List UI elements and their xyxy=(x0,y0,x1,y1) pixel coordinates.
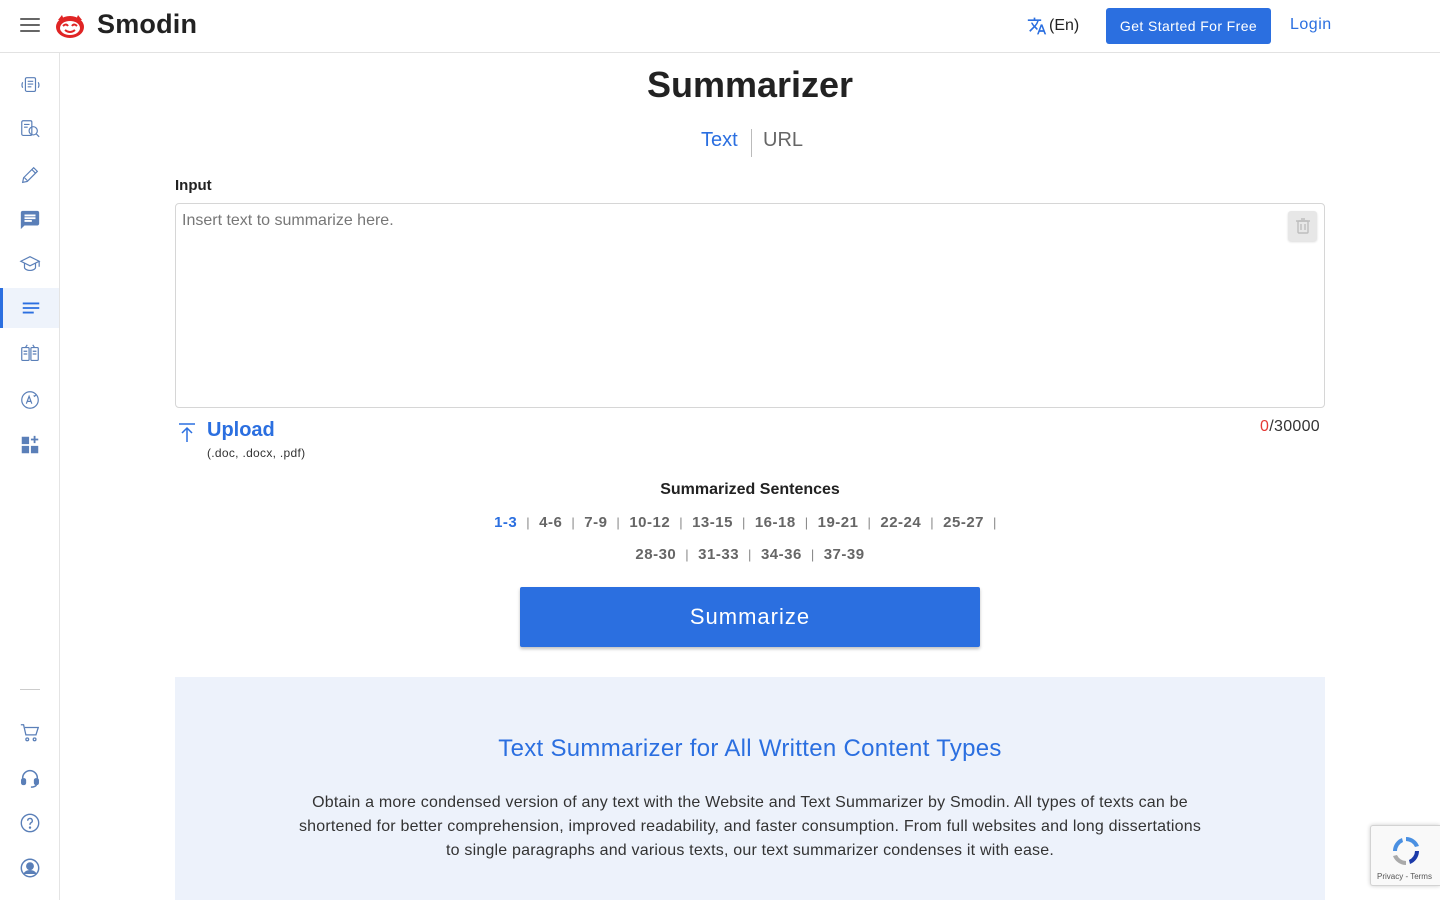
sentence-option-4-6[interactable]: 4-6 xyxy=(539,514,562,531)
language-label: (En) xyxy=(1049,17,1080,34)
page-title: Summarizer xyxy=(646,64,854,105)
sentence-option-22-24[interactable]: 22-24 xyxy=(880,514,921,531)
recaptcha-icon xyxy=(1393,837,1419,865)
sidebar-item-rewriter[interactable] xyxy=(0,65,59,105)
character-counter: 0/30000 xyxy=(1260,418,1320,436)
sentence-option-34-36[interactable]: 34-36 xyxy=(761,546,802,563)
sentence-option-31-33[interactable]: 31-33 xyxy=(698,546,739,563)
sentence-option-13-15[interactable]: 13-15 xyxy=(692,514,733,531)
help-icon xyxy=(20,813,39,833)
chat-icon xyxy=(20,210,39,230)
summarize-button[interactable]: Summarize xyxy=(520,587,980,647)
sidebar-item-account[interactable] xyxy=(0,848,59,888)
upload-icon[interactable] xyxy=(177,422,197,444)
sidebar-item-summarizer[interactable] xyxy=(0,288,59,328)
counter-current: 0 xyxy=(1260,418,1270,435)
info-section: Text Summarizer for All Written Content … xyxy=(175,677,1325,900)
language-selector[interactable]: (En) xyxy=(1027,15,1079,37)
sidebar-item-help[interactable] xyxy=(0,803,59,843)
trash-icon xyxy=(1295,218,1310,234)
translate-icon xyxy=(1027,17,1047,35)
apps-grid-icon xyxy=(21,435,38,454)
upload-button[interactable]: Upload xyxy=(207,419,275,442)
login-link[interactable]: Login xyxy=(1290,16,1332,34)
option-separator: | xyxy=(571,515,576,530)
sentence-option-19-21[interactable]: 19-21 xyxy=(818,514,859,531)
clear-text-button[interactable] xyxy=(1288,211,1317,241)
sidebar-divider xyxy=(20,689,40,690)
sentence-option-25-27[interactable]: 25-27 xyxy=(943,514,984,531)
sentence-option-37-39[interactable]: 37-39 xyxy=(824,546,865,563)
sentence-options-row-2: 28-30 | 31-33 | 34-36 | 37-39 xyxy=(60,546,1440,563)
option-separator: | xyxy=(804,515,809,530)
tab-text[interactable]: Text xyxy=(701,129,738,152)
sidebar-item-grammar[interactable] xyxy=(0,380,59,420)
summarizer-lines-icon xyxy=(22,302,40,314)
option-separator: | xyxy=(526,515,531,530)
account-icon xyxy=(20,858,39,878)
option-separator: | xyxy=(748,547,752,562)
sentence-option-7-9[interactable]: 7-9 xyxy=(584,514,607,531)
sidebar-item-writer[interactable] xyxy=(0,155,59,195)
option-separator: | xyxy=(616,515,621,530)
summarized-sentences-label: Summarized Sentences xyxy=(660,481,840,498)
option-separator: | xyxy=(810,547,815,562)
translate-books-icon xyxy=(20,344,39,362)
input-label: Input xyxy=(175,177,212,194)
sentence-option-16-18[interactable]: 16-18 xyxy=(755,514,796,531)
counter-max: /30000 xyxy=(1269,418,1320,435)
sidebar-item-education[interactable] xyxy=(0,244,59,284)
smodin-logo-icon[interactable] xyxy=(54,12,86,40)
sidebar-item-support[interactable] xyxy=(0,758,59,798)
info-description: Obtain a more condensed version of any t… xyxy=(298,794,1202,859)
info-title: Text Summarizer for All Written Content … xyxy=(498,735,1002,762)
upload-file-types: (.doc, .docx, .pdf) xyxy=(207,446,306,460)
graduation-cap-icon xyxy=(19,256,40,272)
brand-name[interactable]: Smodin xyxy=(97,9,197,40)
option-separator: | xyxy=(741,515,746,530)
input-mode-tabs: Text URL xyxy=(690,126,810,160)
sidebar-item-cart[interactable] xyxy=(0,713,59,753)
recaptcha-badge[interactable]: Privacy - Terms xyxy=(1370,825,1440,886)
left-sidebar xyxy=(0,53,60,900)
support-headset-icon xyxy=(20,770,39,788)
option-separator: | xyxy=(993,515,997,530)
sidebar-item-translate[interactable] xyxy=(0,334,59,374)
sentence-options-row-1: 1-3 | 4-6 | 7-9 | 10-12 | 13-15 | 16-18 | 19-21 | 22-2… xyxy=(60,514,1440,531)
hamburger-menu-icon[interactable] xyxy=(20,17,40,33)
get-started-button[interactable]: Get Started For Free xyxy=(1106,8,1271,44)
sentence-option-1-3[interactable]: 1-3 xyxy=(494,514,517,531)
plagiarism-search-icon xyxy=(20,120,40,138)
sentence-option-28-30[interactable]: 28-30 xyxy=(635,546,676,563)
option-separator: | xyxy=(930,515,935,530)
tab-url[interactable]: URL xyxy=(763,129,803,152)
sidebar-item-more-apps[interactable] xyxy=(0,425,59,465)
cart-icon xyxy=(20,724,39,742)
pencil-writer-icon xyxy=(21,166,38,184)
option-separator: | xyxy=(867,515,872,530)
grammar-check-icon xyxy=(20,391,39,409)
sidebar-item-plagiarism[interactable] xyxy=(0,109,59,149)
option-separator: | xyxy=(685,547,690,562)
summarize-input[interactable] xyxy=(175,203,1325,408)
document-rewrite-icon xyxy=(20,77,40,93)
recaptcha-links[interactable]: Privacy - Terms xyxy=(1377,872,1432,881)
top-header: Smodin (En) Get Started For Free Login xyxy=(0,0,1440,53)
tab-separator xyxy=(751,129,752,157)
sidebar-item-chat[interactable] xyxy=(0,200,59,240)
sentence-option-10-12[interactable]: 10-12 xyxy=(629,514,670,531)
option-separator: | xyxy=(679,515,684,530)
